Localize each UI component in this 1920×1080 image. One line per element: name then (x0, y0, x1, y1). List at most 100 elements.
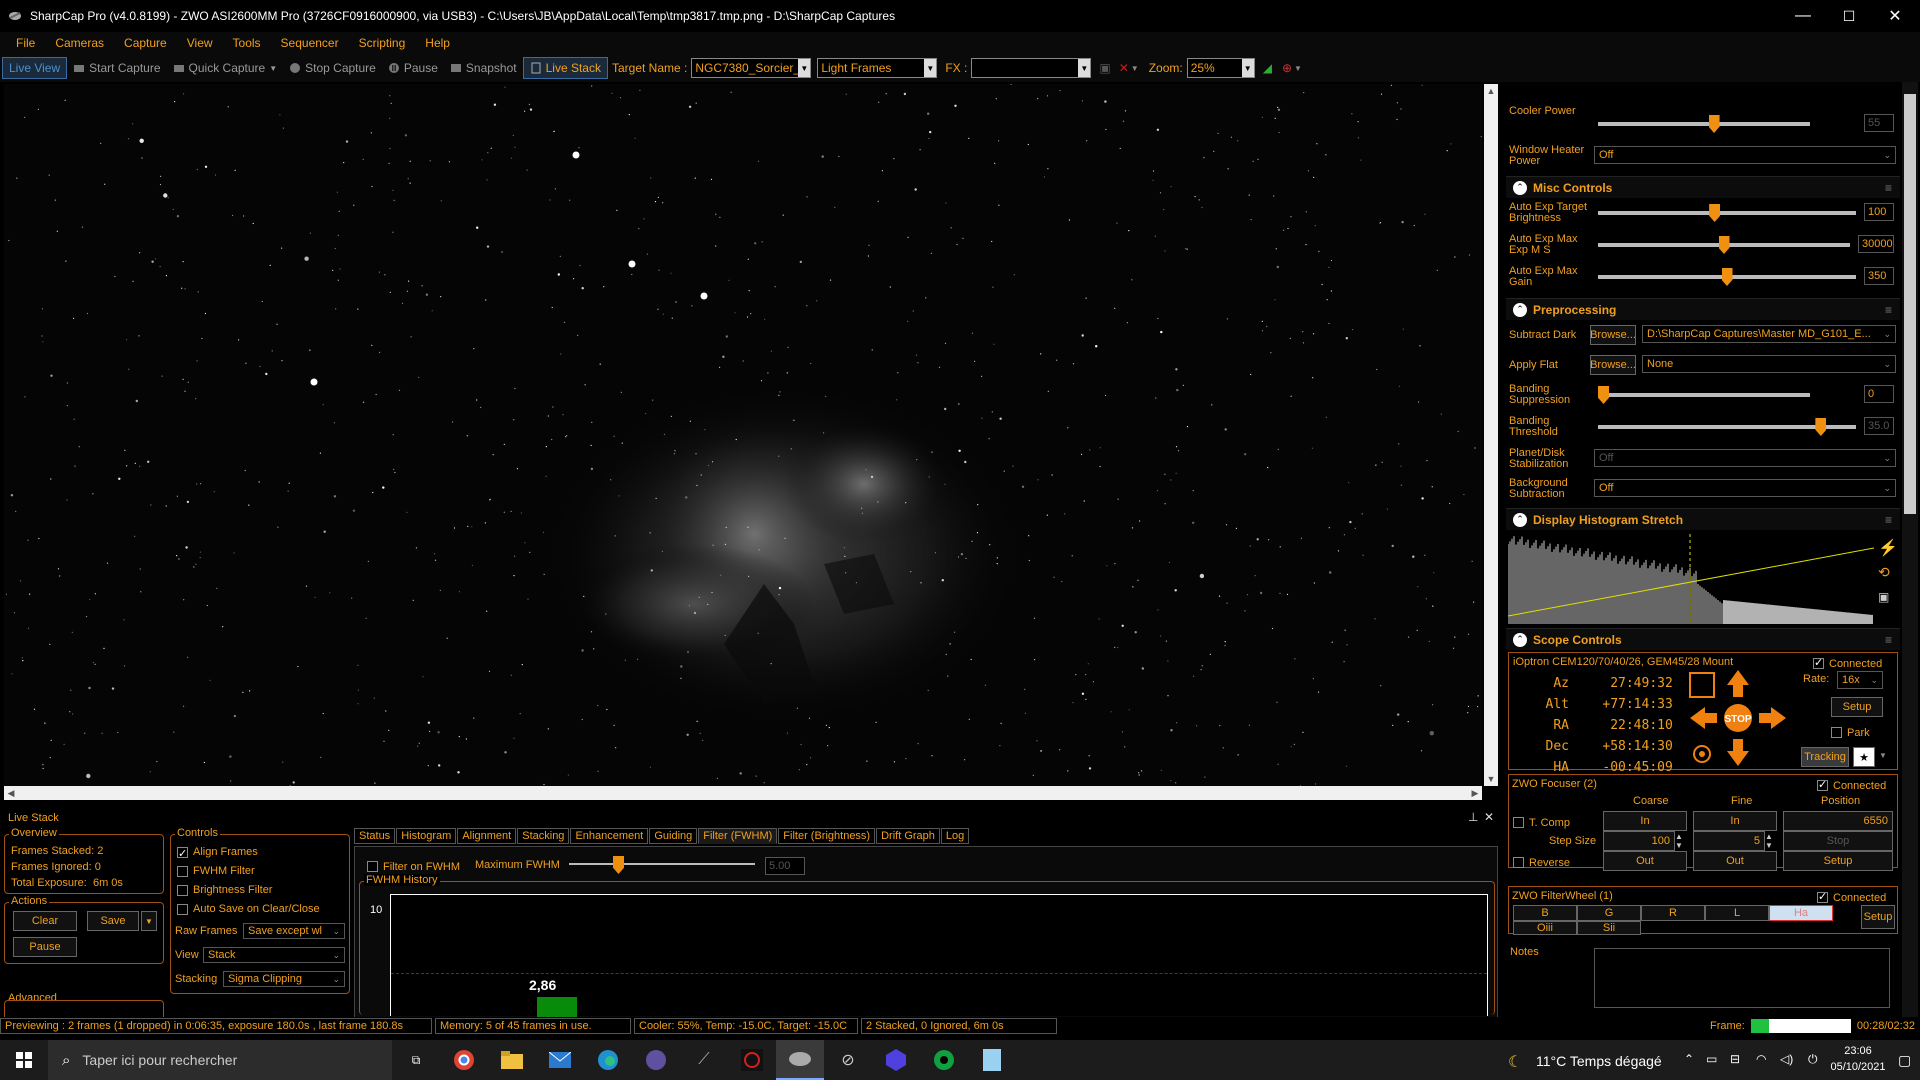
chevron-down-icon[interactable]: ▼ (924, 59, 937, 77)
tab-histogram[interactable]: Histogram (396, 828, 457, 844)
filterwheel-setup-button[interactable]: Setup (1861, 905, 1895, 929)
file-explorer-icon[interactable] (488, 1040, 536, 1080)
banding-threshold-value[interactable]: 35.0 (1864, 417, 1894, 435)
fine-out-button[interactable]: Out (1693, 851, 1777, 871)
notification-icon[interactable]: ▢ (1898, 1052, 1911, 1069)
scroll-up-icon[interactable]: ▲ (1484, 84, 1498, 98)
go-to-icon[interactable] (1689, 672, 1715, 698)
checkbox-icon[interactable] (1817, 778, 1828, 792)
search-zoom-icon[interactable]: ⊕ (1282, 61, 1292, 75)
phd-guiding-icon[interactable] (728, 1040, 776, 1080)
misc-controls-header[interactable]: ⌃ Misc Controls ≡ (1506, 176, 1900, 198)
horizontal-scrollbar[interactable]: ◀ ▶ (4, 786, 1482, 800)
reticle-icon[interactable]: ✕ (1119, 61, 1129, 75)
scope-setup-button[interactable]: Setup (1831, 697, 1883, 717)
chevron-down-icon[interactable]: ▼ (798, 59, 811, 77)
filter-ha-button[interactable]: Ha (1769, 905, 1833, 921)
banding-suppression-value[interactable]: 0 (1864, 385, 1894, 403)
arrow-right-icon[interactable] (1759, 707, 1786, 729)
apply-flat-select[interactable]: None ⌄ (1642, 355, 1896, 373)
menu-cameras[interactable]: Cameras (45, 36, 114, 50)
edge-icon[interactable] (584, 1040, 632, 1080)
checkbox-icon[interactable] (1813, 656, 1824, 670)
scroll-left-icon[interactable]: ◀ (4, 786, 18, 800)
filterwheel-connected-toggle[interactable]: Connected (1817, 890, 1886, 904)
menu-tools[interactable]: Tools (223, 36, 271, 50)
clear-button[interactable]: Clear (13, 911, 77, 931)
tab-log[interactable]: Log (940, 828, 970, 844)
notepad-app-icon[interactable] (968, 1040, 1016, 1080)
snapshot-button[interactable]: Snapshot (444, 57, 523, 79)
chevron-down-icon[interactable]: ▼ (1241, 59, 1254, 77)
window-heater-select[interactable]: Off ⌄ (1594, 146, 1896, 164)
fwhm-filter-toggle[interactable]: FWHM Filter (177, 862, 320, 881)
tab-filter-fwhm[interactable]: Filter (FWHM) (698, 828, 778, 844)
arrow-left-icon[interactable] (1690, 707, 1717, 729)
focuser-connected-toggle[interactable]: Connected (1817, 778, 1886, 792)
filter-b-button[interactable]: B (1513, 905, 1577, 921)
close-icon[interactable]: ✕ (1484, 810, 1494, 824)
auto-exp-max-gain-value[interactable]: 350 (1864, 267, 1894, 285)
scroll-right-icon[interactable]: ▶ (1468, 786, 1482, 800)
frame-type-select[interactable]: Light Frames ▼ (817, 58, 938, 78)
t-comp-toggle[interactable]: T. Comp (1513, 815, 1570, 829)
filter-g-button[interactable]: G (1577, 905, 1641, 921)
save-button[interactable]: Save (87, 911, 139, 931)
auto-exp-max-gain-slider[interactable] (1598, 268, 1856, 286)
focuser-stop-button[interactable]: Stop (1783, 831, 1893, 851)
filter-sii-button[interactable]: Sii (1577, 921, 1641, 935)
max-fwhm-value[interactable]: 5.00 (765, 857, 805, 875)
filter-r-button[interactable]: R (1641, 905, 1705, 921)
auto-stretch-icon[interactable]: ⚡ (1878, 538, 1898, 558)
clock[interactable]: 23:06 05/10/2021 (1826, 1043, 1890, 1075)
chevron-down-icon[interactable]: ▼ (1078, 59, 1091, 77)
tab-stacking[interactable]: Stacking (517, 828, 570, 844)
collapse-icon[interactable]: ⌃ (1513, 302, 1527, 317)
tab-guiding[interactable]: Guiding (649, 828, 698, 844)
checkbox-icon[interactable] (177, 845, 188, 864)
chevron-down-icon[interactable]: ▼ (1131, 64, 1139, 73)
menu-icon[interactable]: ≡ (1885, 181, 1892, 195)
scroll-down-icon[interactable]: ▼ (1484, 772, 1498, 786)
banding-suppression-slider[interactable] (1598, 386, 1810, 404)
fine-in-button[interactable]: In (1693, 811, 1777, 831)
volume-icon[interactable]: ◁) (1780, 1052, 1793, 1066)
live-view-button[interactable]: Live View (2, 57, 68, 79)
auto-exp-target-value[interactable]: 100 (1864, 203, 1894, 221)
maximize-button[interactable]: ☐ (1826, 0, 1872, 32)
focuser-setup-button[interactable]: Setup (1783, 851, 1893, 871)
checkbox-icon[interactable] (177, 903, 188, 915)
scope-connected-toggle[interactable]: Connected (1813, 656, 1882, 670)
park-toggle[interactable]: Park (1831, 725, 1870, 739)
view-select[interactable]: Stack ⌄ (203, 947, 345, 963)
histogram-icon[interactable]: ◢ (1263, 61, 1272, 75)
device-icon[interactable]: ⊟ (1730, 1052, 1740, 1066)
checkbox-icon[interactable] (1831, 727, 1842, 739)
subtract-dark-browse-button[interactable]: Browse... (1590, 325, 1636, 345)
pause-stack-button[interactable]: Pause (13, 937, 77, 957)
save-icon[interactable]: ▣ (1878, 590, 1889, 604)
coarse-in-button[interactable]: In (1603, 811, 1687, 831)
auto-exp-max-exp-slider[interactable] (1598, 236, 1850, 254)
notes-textarea[interactable] (1594, 948, 1890, 1008)
network-icon[interactable]: ▭ (1706, 1052, 1717, 1066)
preprocessing-header[interactable]: ⌃ Preprocessing ≡ (1506, 298, 1900, 320)
menu-sequencer[interactable]: Sequencer (271, 36, 349, 50)
power-icon[interactable]: ⏻ (1808, 1052, 1818, 1067)
collapse-icon[interactable]: ⌃ (1513, 512, 1527, 527)
menu-capture[interactable]: Capture (114, 36, 177, 50)
arrow-down-icon[interactable] (1727, 739, 1749, 766)
subtract-dark-select[interactable]: D:\SharpCap Captures\Master MD_G101_E...… (1642, 325, 1896, 343)
coarse-out-button[interactable]: Out (1603, 851, 1687, 871)
scrollbar-thumb[interactable] (1904, 94, 1916, 514)
menu-view[interactable]: View (177, 36, 223, 50)
max-fwhm-slider[interactable] (569, 856, 755, 874)
raw-frames-select[interactable]: Save except wl ⌄ (243, 923, 345, 939)
quick-capture-button[interactable]: Quick Capture ▼ (167, 57, 284, 79)
menu-icon[interactable]: ≡ (1885, 303, 1892, 317)
chevron-down-icon[interactable]: ▼ (269, 64, 277, 73)
max-fwhm-thumb[interactable] (613, 856, 624, 874)
green-app-icon[interactable] (920, 1040, 968, 1080)
menu-scripting[interactable]: Scripting (349, 36, 416, 50)
fx-settings-icon[interactable]: ▣ (1099, 61, 1110, 75)
